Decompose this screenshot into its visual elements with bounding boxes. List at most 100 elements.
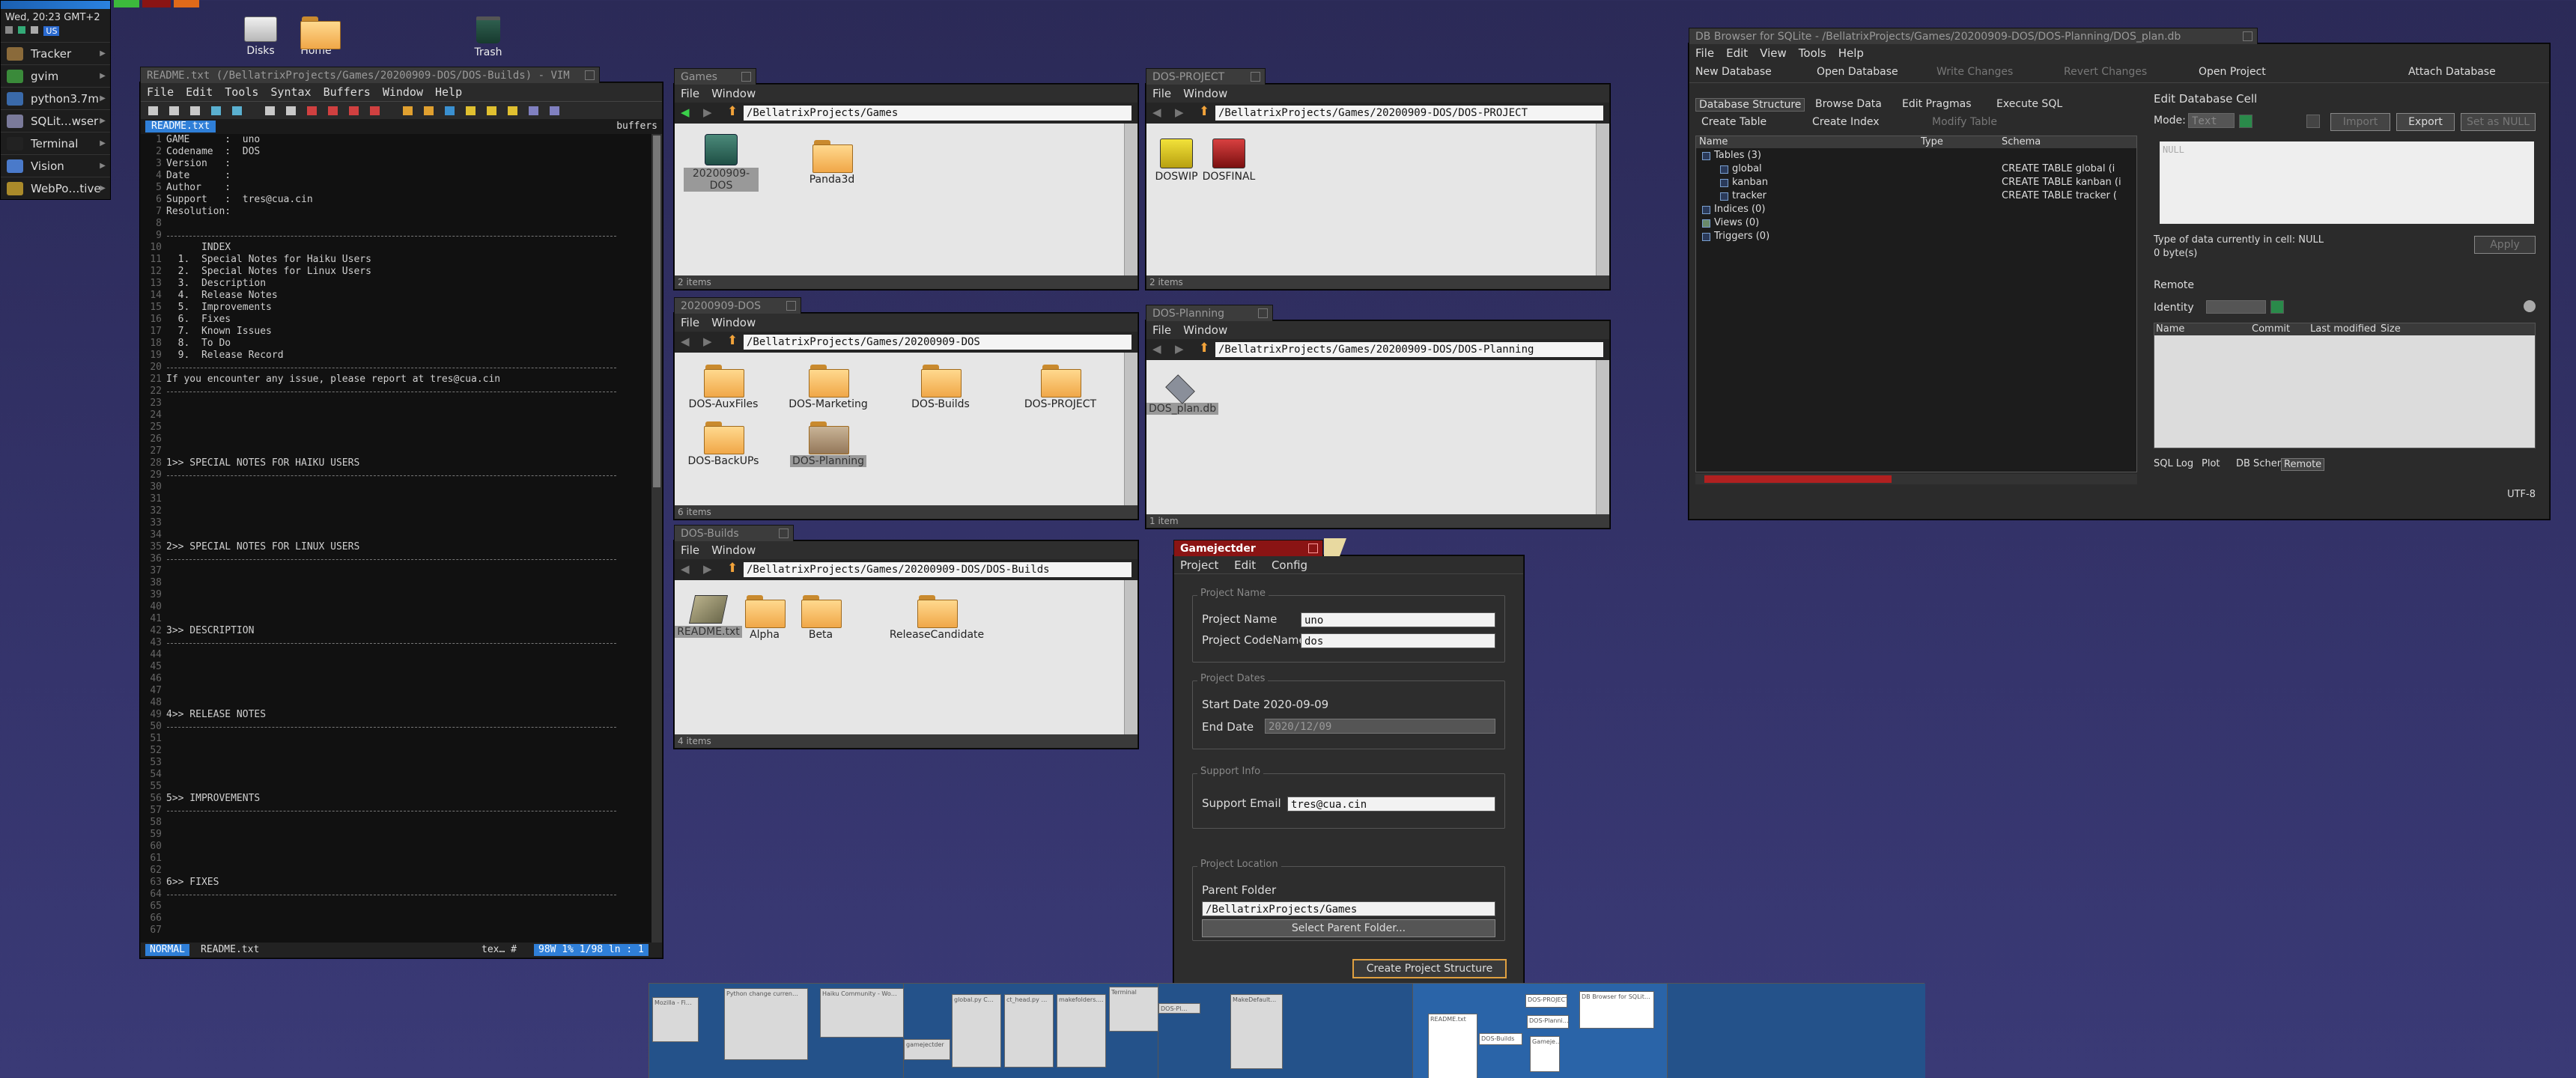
deskbar-logo[interactable] xyxy=(1,1,110,9)
menu-window[interactable]: Window xyxy=(1183,87,1227,100)
menu-window[interactable]: Window xyxy=(711,87,756,100)
zoom-button[interactable] xyxy=(1251,72,1260,82)
vim-toolbar-icon[interactable] xyxy=(424,106,434,115)
menu-config[interactable]: Config xyxy=(1272,558,1307,572)
tab-browse-data[interactable]: Browse Data xyxy=(1815,98,1882,110)
sqlite-menu-help[interactable]: Help xyxy=(1838,46,1864,60)
folder-item[interactable]: DOS-PROJECT xyxy=(1012,365,1109,410)
rcol-size[interactable]: Size xyxy=(2381,323,2401,335)
volume-icon[interactable] xyxy=(31,26,39,34)
vim-toolbar-icon[interactable] xyxy=(148,106,158,115)
menu-window[interactable]: Window xyxy=(711,543,756,557)
path-field[interactable]: /BellatrixProjects/Games xyxy=(744,106,1131,121)
gamejectder-title-tab[interactable]: Gamejectder xyxy=(1173,540,1323,556)
zoom-button[interactable] xyxy=(779,529,789,538)
horizontal-scrollbar[interactable] xyxy=(1695,474,2137,484)
workspace-window-thumb[interactable]: Mozilla - Fi… xyxy=(652,997,699,1042)
workspace-window-thumb[interactable]: DOS-Builds xyxy=(1479,1033,1522,1045)
project-title-tab[interactable]: DOS-PROJECT xyxy=(1146,68,1266,85)
tree-row[interactable]: global CREATE TABLE global (i xyxy=(1696,163,2136,177)
path-field[interactable]: /BellatrixProjects/Games/20200909-DOS xyxy=(744,335,1131,350)
vim-toolbar-icon[interactable] xyxy=(286,106,296,115)
toolbar-open-database[interactable]: Open Database xyxy=(1817,66,1898,78)
menu-file[interactable]: File xyxy=(1152,323,1171,337)
folder-item[interactable]: Panda3d xyxy=(795,140,869,186)
toolbar-new-database[interactable]: New Database xyxy=(1695,66,1772,78)
vim-menu-tools[interactable]: Tools xyxy=(225,85,258,99)
menu-window[interactable]: Window xyxy=(711,316,756,329)
vim-toolbar-icon[interactable] xyxy=(466,106,476,115)
toolbar-revert-changes[interactable]: Revert Changes xyxy=(2064,66,2147,78)
vim-toolbar-icon[interactable] xyxy=(529,106,538,115)
folder-item[interactable]: DOS-BackUPs xyxy=(675,421,772,467)
planning-title-tab[interactable]: DOS-Planning xyxy=(1146,305,1273,321)
tree-row[interactable]: Triggers (0) xyxy=(1696,231,2136,244)
folder-item[interactable]: Beta xyxy=(791,595,851,641)
workspace-window-thumb[interactable]: makefolders.… xyxy=(1057,994,1106,1068)
toolbar-write-changes[interactable]: Write Changes xyxy=(1936,66,2013,78)
folder-item[interactable]: Alpha xyxy=(735,595,795,641)
folder-item[interactable]: DOSFINAL xyxy=(1199,138,1259,183)
vim-toolbar-icon[interactable] xyxy=(508,106,517,115)
vim-menu-edit[interactable]: Edit xyxy=(186,85,213,99)
trash-desktop-icon[interactable]: Trash xyxy=(462,16,514,58)
back-icon[interactable]: ◀ xyxy=(1152,342,1161,356)
col-schema[interactable]: Schema xyxy=(2002,136,2041,147)
vim-title-tab[interactable]: README.txt (/BellatrixProjects/Games/202… xyxy=(140,67,600,83)
back-icon[interactable]: ◀ xyxy=(681,106,690,119)
workspace-window-thumb[interactable]: DOS-Planni… xyxy=(1527,1015,1569,1029)
vim-toolbar-icon[interactable] xyxy=(550,106,559,115)
zoom-button[interactable] xyxy=(585,70,595,80)
workspace-3[interactable] xyxy=(1158,984,1413,1078)
cell-editor[interactable]: NULL xyxy=(2160,141,2534,224)
project-codename-field[interactable]: dos xyxy=(1301,633,1495,648)
vim-tab[interactable]: README.txt xyxy=(145,121,216,133)
file-item[interactable]: README.txt xyxy=(675,595,742,638)
folder-item[interactable]: 20200909-DOS xyxy=(684,134,759,192)
tray-icon[interactable] xyxy=(5,26,13,34)
vertical-scrollbar[interactable] xyxy=(1124,580,1137,734)
workspace-window-thumb[interactable]: DOS-PROJECT xyxy=(1525,994,1567,1008)
auto-format-icon[interactable] xyxy=(2239,115,2253,128)
folder-item[interactable]: DOS-Marketing xyxy=(780,365,877,410)
sqlite-menu-edit[interactable]: Edit xyxy=(1726,46,1748,60)
forward-icon[interactable]: ▶ xyxy=(1175,342,1184,356)
vim-toolbar-icon[interactable] xyxy=(169,106,179,115)
folder-item[interactable]: DOS-AuxFiles xyxy=(675,365,772,410)
games-view[interactable]: 20200909-DOS Panda3d xyxy=(675,124,1124,275)
tree-row[interactable]: Tables (3) xyxy=(1696,150,2136,163)
tree-row[interactable]: Indices (0) xyxy=(1696,204,2136,217)
identity-settings-icon[interactable] xyxy=(2524,300,2536,312)
vim-menu-file[interactable]: File xyxy=(147,85,174,99)
planning-view[interactable]: DOS_plan.db xyxy=(1146,360,1596,514)
toolbar-open-project[interactable]: Open Project xyxy=(2199,66,2266,78)
vim-toolbar-icon[interactable] xyxy=(349,106,359,115)
vim-menu-buffers[interactable]: Buffers xyxy=(323,85,371,99)
forward-icon[interactable]: ▶ xyxy=(1175,106,1184,119)
forward-icon[interactable]: ▶ xyxy=(703,335,712,348)
forward-icon[interactable]: ▶ xyxy=(703,106,712,119)
zoom-button[interactable] xyxy=(1308,543,1318,553)
builds-title-tab[interactable]: DOS-Builds xyxy=(674,525,794,541)
parent-folder-field[interactable]: /BellatrixProjects/Games xyxy=(1202,901,1495,916)
vertical-scrollbar[interactable] xyxy=(1596,360,1609,514)
remote-list[interactable]: Name Commit Last modified Size xyxy=(2154,323,2536,448)
tab-execute-sql[interactable]: Execute SQL xyxy=(1996,98,2062,110)
workspace-window-thumb[interactable]: Haiku Community - Wo… xyxy=(820,988,904,1038)
rcol-commit[interactable]: Commit xyxy=(2252,323,2290,335)
tree-row[interactable]: kanban CREATE TABLE kanban (i xyxy=(1696,177,2136,190)
vertical-scrollbar[interactable] xyxy=(1124,124,1137,275)
vim-menu-syntax[interactable]: Syntax xyxy=(270,85,311,99)
menu-file[interactable]: File xyxy=(1152,87,1171,100)
vim-toolbar-icon[interactable] xyxy=(328,106,338,115)
refresh-icon[interactable] xyxy=(2270,300,2284,314)
vim-toolbar-icon[interactable] xyxy=(211,106,221,115)
parent-folder-icon[interactable]: ⬆ xyxy=(1199,104,1209,119)
parent-folder-icon[interactable]: ⬆ xyxy=(727,333,738,348)
home-desktop-icon[interactable]: Home xyxy=(290,16,342,57)
deskbar-item[interactable]: Tracker ▶ xyxy=(1,42,110,64)
menu-window[interactable]: Window xyxy=(1183,323,1227,337)
bottom-tab-remote[interactable]: Remote xyxy=(2281,458,2325,471)
workspace-window-thumb[interactable]: README.txt xyxy=(1428,1014,1477,1078)
workspace-pager[interactable]: Mozilla - Fi… Python change curren… Haiku … xyxy=(648,983,1925,1078)
